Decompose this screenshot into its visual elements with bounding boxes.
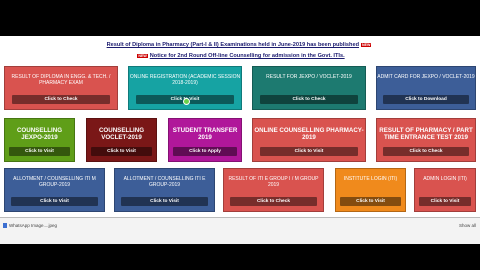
click-to-visit-button[interactable]: Click to Visit — [10, 197, 99, 206]
click-to-visit-button[interactable]: Click to Visit — [120, 197, 209, 206]
card-diploma-result[interactable]: Result of Diploma in Engg. & Tech. / Pha… — [4, 66, 118, 110]
card-jexpo-voclet-result[interactable]: Result for JEXPO / VOCLET-2019 Click to … — [252, 66, 366, 110]
click-to-check-button[interactable]: Click to Check — [229, 197, 318, 206]
card-institute-login[interactable]: Institute Login (ITI) Click to Visit — [335, 168, 406, 212]
notice-line-1[interactable]: Result of Diploma in Pharmacy (Part-I & … — [107, 42, 359, 48]
new-badge: NEW — [361, 42, 372, 47]
card-title: Student Transfer 2019 — [172, 127, 238, 142]
card-allotment-iti-group[interactable]: Allotment / Counselling ITI M Group-2019… — [4, 168, 105, 212]
letterbox-top — [0, 0, 480, 36]
card-online-counselling-pharmacy[interactable]: Online Counselling Pharmacy-2019 Click t… — [252, 118, 366, 162]
click-to-check-button[interactable]: Click to Check — [382, 147, 470, 156]
downloads-bar: WhatsApp Image....jpeg Show all — [0, 218, 480, 244]
click-to-visit-button[interactable]: Click to Visit — [259, 147, 359, 156]
notice-pharmacy-result[interactable]: Result of Diploma in Pharmacy (Part-I & … — [0, 42, 480, 48]
card-title: Counselling JEXPO-2019 — [16, 127, 63, 142]
card-title: Result of Diploma in Engg. & Tech. / Pha… — [11, 74, 111, 86]
card-title: Allotment / Counselling ITI M Group-2019 — [13, 176, 96, 188]
letterbox-bottom — [0, 244, 480, 270]
card-title: Counselling VOCLET-2019 — [98, 127, 145, 142]
click-to-visit-button[interactable]: Click to Visit — [91, 147, 152, 156]
card-title: Online Counselling Pharmacy-2019 — [254, 127, 364, 142]
card-title: Allotment / Counselling ITI E Group-2019 — [123, 176, 206, 188]
card-pharmacy-entrance-result[interactable]: Result of Pharmacy / Part Time Entrance … — [376, 118, 476, 162]
click-to-visit-button[interactable]: Click to Visit — [9, 147, 70, 156]
card-counselling-jexpo[interactable]: Counselling JEXPO-2019 Click to Visit — [4, 118, 75, 162]
notice-line-2[interactable]: Notice for 2nd Round Off-line Counsellin… — [150, 53, 345, 59]
download-item[interactable]: WhatsApp Image....jpeg — [3, 223, 58, 229]
show-all-downloads-link[interactable]: Show all — [459, 223, 476, 228]
file-icon — [3, 223, 7, 229]
new-badge: NEW — [137, 53, 148, 58]
card-title: Online Registration (Academic Session 20… — [129, 74, 241, 86]
click-to-check-button[interactable]: Click to Check — [11, 95, 111, 104]
card-title: Result of Pharmacy / Part Time Entrance … — [379, 127, 473, 142]
card-result-iti-group-1[interactable]: Result of ITI E Group I / M Group 2019 C… — [223, 168, 324, 212]
card-title: Admin Login (ITI) — [423, 176, 467, 182]
click-to-check-button[interactable]: Click to Check — [259, 95, 359, 104]
card-title: Admit Card for JEXPO / VOCLET-2019 — [377, 74, 475, 80]
card-counselling-voclet[interactable]: Counselling VOCLET-2019 Click to Visit — [86, 118, 157, 162]
card-title: Institute Login (ITI) — [343, 176, 398, 182]
video-frame: Result of Diploma in Pharmacy (Part-I & … — [0, 0, 480, 270]
download-file-name: WhatsApp Image....jpeg — [9, 223, 58, 228]
card-title: Result for JEXPO / VOCLET-2019 — [266, 74, 352, 80]
card-student-transfer[interactable]: Student Transfer 2019 Click to Apply — [168, 118, 242, 162]
notice-iti-counselling[interactable]: NEW Notice for 2nd Round Off-line Counsel… — [0, 53, 480, 59]
click-to-download-button[interactable]: Click to Download — [382, 95, 470, 104]
click-to-visit-button[interactable]: Click to Visit — [418, 197, 472, 206]
card-title: Result of ITI E Group I / M Group 2019 — [228, 176, 319, 188]
card-admit-card[interactable]: Admit Card for JEXPO / VOCLET-2019 Click… — [376, 66, 476, 110]
cursor-highlight — [183, 98, 190, 105]
click-to-apply-button[interactable]: Click to Apply — [173, 147, 237, 156]
click-to-visit-button[interactable]: Click to Visit — [340, 197, 401, 206]
card-allotment-iti-e-group[interactable]: Allotment / Counselling ITI E Group-2019… — [114, 168, 215, 212]
card-admin-login[interactable]: Admin Login (ITI) Click to Visit — [414, 168, 476, 212]
